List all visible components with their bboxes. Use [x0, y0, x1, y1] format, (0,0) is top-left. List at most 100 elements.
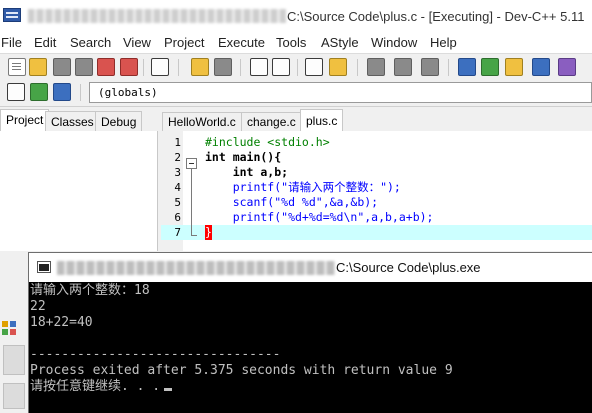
toolbar-separator [143, 59, 144, 76]
menu-window[interactable]: Window [371, 35, 417, 50]
check-syntax-icon[interactable] [558, 58, 576, 76]
code-line: 1 #include <stdio.h> [161, 135, 592, 150]
print-icon[interactable] [151, 58, 169, 76]
tab-change-c[interactable]: change.c [241, 112, 302, 131]
code-line: 5 scanf("%d %d",&a,&b); [161, 195, 592, 210]
secondary-toolbar: (globals) [0, 79, 592, 107]
menu-execute[interactable]: Execute [218, 35, 265, 50]
code-line: 2 int main(){ [161, 150, 592, 165]
console-cursor [164, 388, 173, 391]
code-text: int a,b; [205, 165, 289, 179]
unindent-icon[interactable] [329, 58, 347, 76]
file-tabs: HelloWorld.c change.c plus.c [161, 107, 592, 131]
line-number: 2 [174, 151, 181, 164]
devcpp-app-icon [3, 8, 21, 22]
title-bar: C:\Source Code\plus.c - [Executing] - De… [0, 0, 592, 31]
left-panel-tabs: Project Classes Debug [0, 107, 158, 131]
tab-debug[interactable]: Debug [95, 111, 143, 131]
console-output[interactable]: 请输入两个整数：18 22 18+22=40 -----------------… [29, 282, 592, 413]
main-toolbar [0, 53, 592, 79]
save-all-icon[interactable] [75, 58, 93, 76]
line-number: 5 [174, 196, 181, 209]
tab-classes[interactable]: Classes [45, 111, 100, 131]
toolbar-separator [357, 59, 358, 76]
console-window[interactable]: C:\Source Code\plus.exe 请输入两个整数：18 22 18… [28, 252, 592, 413]
indent-icon[interactable] [305, 58, 323, 76]
toolbar-separator [80, 84, 81, 101]
console-title-bar: C:\Source Code\plus.exe [29, 253, 592, 282]
compiler-messages-icon[interactable] [2, 321, 16, 335]
line-number: 1 [174, 136, 181, 149]
code-text: scanf("%d %d",&a,&b); [205, 195, 379, 209]
toolbar-separator [297, 59, 298, 76]
bookmark-back-icon[interactable] [367, 58, 385, 76]
console-line: 请输入两个整数：18 [30, 283, 150, 298]
tab-project[interactable]: Project [0, 109, 50, 131]
code-line: 3 int a,b; [161, 165, 592, 180]
menu-bar: File Edit Search View Project Execute To… [0, 31, 592, 53]
goto-icon[interactable] [30, 83, 48, 101]
menu-help[interactable]: Help [430, 35, 457, 50]
project-panel [0, 131, 158, 251]
compile-run-icon[interactable] [505, 58, 523, 76]
console-line: Process exited after 5.375 seconds with … [30, 363, 453, 378]
toggle-comment-icon[interactable] [421, 58, 439, 76]
console-title-blurred-path [57, 261, 335, 275]
code-text: #include <stdio.h> [205, 135, 330, 149]
fold-collapse-icon[interactable] [186, 158, 197, 169]
toolbar-separator [240, 59, 241, 76]
menu-tools[interactable]: Tools [276, 35, 306, 50]
find-icon[interactable] [250, 58, 268, 76]
menu-search[interactable]: Search [70, 35, 111, 50]
compile-icon[interactable] [458, 58, 476, 76]
console-line: 18+22=40 [30, 315, 93, 330]
save-icon[interactable] [53, 58, 71, 76]
tab-helloworld-c[interactable]: HelloWorld.c [162, 112, 242, 131]
line-number: 4 [174, 181, 181, 194]
console-line: 请按任意键继续. . . [30, 379, 173, 395]
scope-select-value: (globals) [98, 86, 158, 99]
insert-icon[interactable] [7, 83, 25, 101]
undo-icon[interactable] [191, 58, 209, 76]
bottom-panel-button[interactable] [3, 345, 25, 375]
console-app-icon [37, 261, 51, 273]
bookmark-forward-icon[interactable] [394, 58, 412, 76]
console-title: C:\Source Code\plus.exe [336, 260, 481, 275]
redo-icon[interactable] [214, 58, 232, 76]
open-file-icon[interactable] [29, 58, 47, 76]
line-number: 7 [174, 226, 181, 239]
toolbar-separator [178, 59, 179, 76]
close-all-icon[interactable] [120, 58, 138, 76]
code-text: printf("请输入两个整数："); [205, 180, 401, 194]
bottom-panel-button[interactable] [3, 383, 25, 409]
title-blurred-path [28, 9, 286, 23]
line-number: 6 [174, 211, 181, 224]
menu-edit[interactable]: Edit [34, 35, 56, 50]
close-file-icon[interactable] [97, 58, 115, 76]
current-code-line: 7 } [161, 225, 592, 240]
fold-guide [191, 169, 192, 235]
code-text: int main(){ [205, 150, 282, 164]
console-separator-line: -------------------------------- [30, 347, 281, 362]
fold-guide-end [191, 235, 197, 236]
code-line: 6 printf("%d+%d=%d\n",a,b,a+b); [161, 210, 592, 225]
menu-view[interactable]: View [123, 35, 151, 50]
console-prompt-text: 请按任意键继续. . . [30, 379, 161, 394]
menu-file[interactable]: File [1, 35, 22, 50]
code-editor[interactable]: 1 #include <stdio.h> 2 int main(){ 3 int… [161, 131, 592, 251]
rebuild-icon[interactable] [532, 58, 550, 76]
menu-astyle[interactable]: AStyle [321, 35, 359, 50]
run-icon[interactable] [481, 58, 499, 76]
new-file-icon[interactable] [8, 58, 26, 76]
code-text: } [205, 225, 212, 240]
code-text: printf("%d+%d=%d\n",a,b,a+b); [205, 210, 434, 224]
toolbar-separator [448, 59, 449, 76]
tab-plus-c[interactable]: plus.c [300, 109, 344, 131]
replace-icon[interactable] [272, 58, 290, 76]
scope-select[interactable]: (globals) [89, 82, 592, 103]
console-line: 22 [30, 299, 46, 314]
menu-project[interactable]: Project [164, 35, 204, 50]
class-browser-icon[interactable] [53, 83, 71, 101]
code-line: 4 printf("请输入两个整数："); [161, 180, 592, 195]
line-number: 3 [174, 166, 181, 179]
